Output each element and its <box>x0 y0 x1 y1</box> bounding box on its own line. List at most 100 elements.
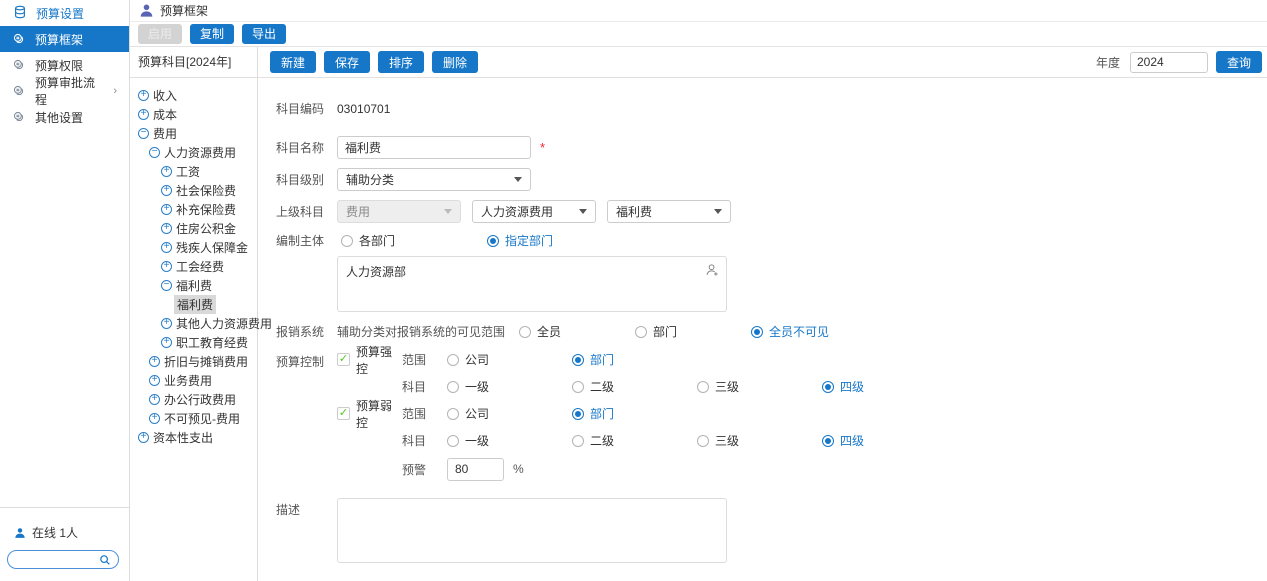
search-input[interactable] <box>15 553 99 567</box>
tree-node[interactable]: 资本性支出 <box>130 428 257 447</box>
radio-option-company[interactable]: 公司 <box>447 351 572 368</box>
radio-option-department[interactable]: 部门 <box>572 351 614 368</box>
plus-circle-icon[interactable] <box>138 90 149 101</box>
plus-circle-icon[interactable] <box>161 166 172 177</box>
radio-option-company[interactable]: 公司 <box>447 405 572 422</box>
main-content: 预算框架 启用 复制 导出 预算科目[2024年] 收入 成本 <box>130 0 1267 581</box>
radio-option-level1[interactable]: 一级 <box>447 432 572 449</box>
radio-icon <box>519 326 531 338</box>
subject-name-input[interactable] <box>337 136 531 159</box>
minus-circle-icon[interactable] <box>149 147 160 158</box>
plus-circle-icon[interactable] <box>161 261 172 272</box>
check-icon[interactable] <box>337 407 350 420</box>
add-person-icon[interactable] <box>705 263 719 277</box>
year-input[interactable] <box>1130 52 1208 73</box>
sort-button[interactable]: 排序 <box>378 51 424 73</box>
export-button[interactable]: 导出 <box>242 24 286 44</box>
plus-circle-icon[interactable] <box>149 394 160 405</box>
tree-node-label: 办公行政费用 <box>164 391 236 408</box>
radio-option-level4[interactable]: 四级 <box>822 432 864 449</box>
tree-node-selected[interactable]: 福利费 <box>130 295 257 314</box>
subject-form-panel: 新建 保存 排序 删除 年度 查询 科目编码 03010701 科目名称 <box>258 47 1267 581</box>
tree-node[interactable]: 人力资源费用 <box>130 143 257 162</box>
plus-circle-icon[interactable] <box>161 204 172 215</box>
subject-name-row: 科目名称 * <box>276 136 1267 159</box>
tree-node[interactable]: 社会保险费 <box>130 181 257 200</box>
plus-circle-icon[interactable] <box>161 242 172 253</box>
reimburse-row: 报销系统 辅助分类对报销系统的可见范围 全员 部门 全员不可见 <box>276 323 1267 340</box>
search-icon[interactable] <box>99 554 111 566</box>
tree-node[interactable]: 工会经费 <box>130 257 257 276</box>
departments-picker[interactable]: 人力资源部 <box>337 256 727 312</box>
plus-circle-icon[interactable] <box>149 375 160 386</box>
description-textarea[interactable] <box>337 498 727 563</box>
radio-option-level2[interactable]: 二级 <box>572 378 697 395</box>
plus-circle-icon[interactable] <box>138 109 149 120</box>
tree-node[interactable]: 不可预见-费用 <box>130 409 257 428</box>
tree-node[interactable]: 费用 <box>130 124 257 143</box>
tree-node[interactable]: 残疾人保障金 <box>130 238 257 257</box>
sidebar-item-other-settings[interactable]: 其他设置 <box>0 104 129 130</box>
sidebar-item-budget-approval-flow[interactable]: 预算审批流程 › <box>0 78 129 104</box>
tree-node-label: 残疾人保障金 <box>176 239 248 256</box>
radio-option-department[interactable]: 部门 <box>635 323 751 340</box>
subject-name-label: 科目名称 <box>276 139 329 156</box>
save-button[interactable]: 保存 <box>324 51 370 73</box>
radio-option-level2[interactable]: 二级 <box>572 432 697 449</box>
copy-button[interactable]: 复制 <box>190 24 234 44</box>
sidebar-item-budget-frame[interactable]: 预算框架 <box>0 26 129 52</box>
tree-node-label: 折旧与摊销费用 <box>164 353 248 370</box>
radio-option-department[interactable]: 部门 <box>572 405 614 422</box>
subject-level-select[interactable]: 辅助分类 <box>337 168 531 191</box>
radio-option-level4[interactable]: 四级 <box>822 378 864 395</box>
plus-circle-icon[interactable] <box>138 432 149 443</box>
minus-circle-icon[interactable] <box>138 128 149 139</box>
tree-node[interactable]: 业务费用 <box>130 371 257 390</box>
tree-node[interactable]: 职工教育经费 <box>130 333 257 352</box>
coins-icon <box>13 33 26 46</box>
parent-subject-select-level2[interactable]: 人力资源费用 <box>472 200 596 223</box>
tree-node[interactable]: 福利费 <box>130 276 257 295</box>
enable-button[interactable]: 启用 <box>138 24 182 44</box>
radio-option-level1[interactable]: 一级 <box>447 378 572 395</box>
radio-option-level3[interactable]: 三级 <box>697 378 822 395</box>
check-icon[interactable] <box>337 353 350 366</box>
tree-node[interactable]: 成本 <box>130 105 257 124</box>
tree-node-label: 人力资源费用 <box>164 144 236 161</box>
online-status: 在线 1人 <box>0 524 129 541</box>
tree-node-label: 业务费用 <box>164 372 212 389</box>
new-button[interactable]: 新建 <box>270 51 316 73</box>
tree-node[interactable]: 收入 <box>130 86 257 105</box>
tree-node[interactable]: 办公行政费用 <box>130 390 257 409</box>
parent-subject-select-level3[interactable]: 福利费 <box>607 200 731 223</box>
delete-button[interactable]: 删除 <box>432 51 478 73</box>
radio-icon <box>487 235 499 247</box>
radio-option-everyone[interactable]: 全员 <box>519 323 635 340</box>
tree-node-label: 收入 <box>153 87 177 104</box>
radio-option-all-departments[interactable]: 各部门 <box>341 232 487 249</box>
plus-circle-icon[interactable] <box>149 413 160 424</box>
percent-unit: % <box>513 462 524 476</box>
sidebar-module-header[interactable]: 预算设置 <box>0 0 129 26</box>
tree-node-label: 社会保险费 <box>176 182 236 199</box>
radio-option-invisible-to-all[interactable]: 全员不可见 <box>751 323 829 340</box>
tree-node[interactable]: 其他人力资源费用 <box>130 314 257 333</box>
tree-node[interactable]: 住房公积金 <box>130 219 257 238</box>
tree-node[interactable]: 补充保险费 <box>130 200 257 219</box>
description-row: 描述 <box>276 498 1267 563</box>
minus-circle-icon[interactable] <box>161 280 172 291</box>
tree-node[interactable]: 工资 <box>130 162 257 181</box>
plus-circle-icon[interactable] <box>161 337 172 348</box>
plus-circle-icon[interactable] <box>161 223 172 234</box>
caret-down-icon <box>514 177 522 182</box>
tree-node[interactable]: 折旧与摊销费用 <box>130 352 257 371</box>
radio-option-level3[interactable]: 三级 <box>697 432 822 449</box>
plus-circle-icon[interactable] <box>149 356 160 367</box>
subject-form: 科目编码 03010701 科目名称 * 科目级别 辅助分类 <box>258 78 1267 572</box>
query-button[interactable]: 查询 <box>1216 51 1262 73</box>
radio-option-specified-departments[interactable]: 指定部门 <box>487 232 553 249</box>
reimburse-hint: 辅助分类对报销系统的可见范围 <box>337 323 505 340</box>
warning-threshold-input[interactable] <box>447 458 504 481</box>
plus-circle-icon[interactable] <box>161 185 172 196</box>
plus-circle-icon[interactable] <box>161 318 172 329</box>
